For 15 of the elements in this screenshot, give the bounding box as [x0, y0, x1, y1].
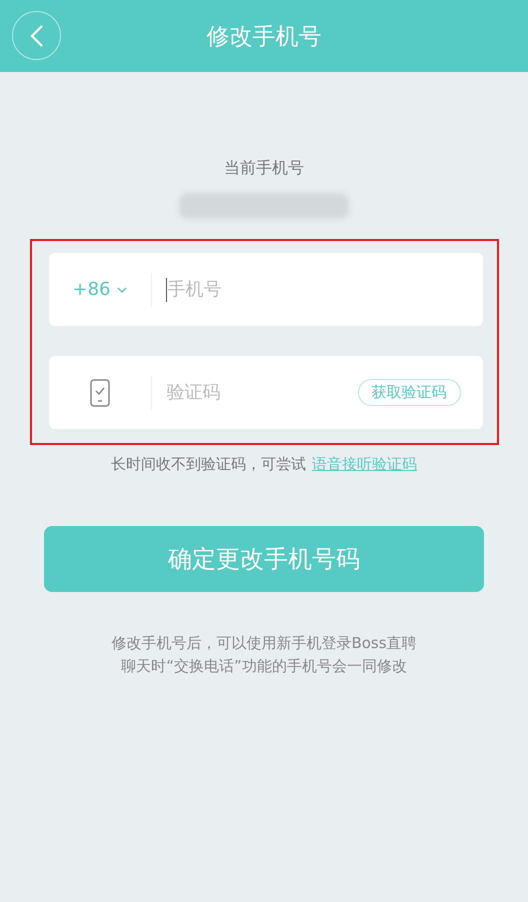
hint-text: 长时间收不到验证码，可尝试 — [111, 455, 306, 474]
note-text: 聊天时“交换电话”功能的手机号会一同修改 — [121, 657, 407, 676]
phone-check-icon — [90, 378, 110, 406]
phone-field[interactable]: +86 手机号 — [48, 253, 482, 326]
get-code-button[interactable]: 获取验证码 — [358, 379, 460, 406]
chevron-down-icon — [116, 286, 126, 292]
submit-button[interactable]: 确定更改手机号码 — [44, 526, 484, 592]
note-text: 修改手机号后，可以使用新手机登录Boss直聘 — [111, 634, 417, 653]
voice-code-link[interactable]: 语音接听验证码 — [312, 455, 417, 474]
country-code-selector[interactable]: +86 — [48, 279, 150, 300]
page-title: 修改手机号 — [206, 22, 322, 52]
code-field[interactable]: 验证码 获取验证码 — [48, 356, 482, 429]
current-phone-label: 当前手机号 — [224, 158, 304, 179]
back-button[interactable] — [12, 11, 61, 60]
back-icon — [30, 24, 44, 48]
